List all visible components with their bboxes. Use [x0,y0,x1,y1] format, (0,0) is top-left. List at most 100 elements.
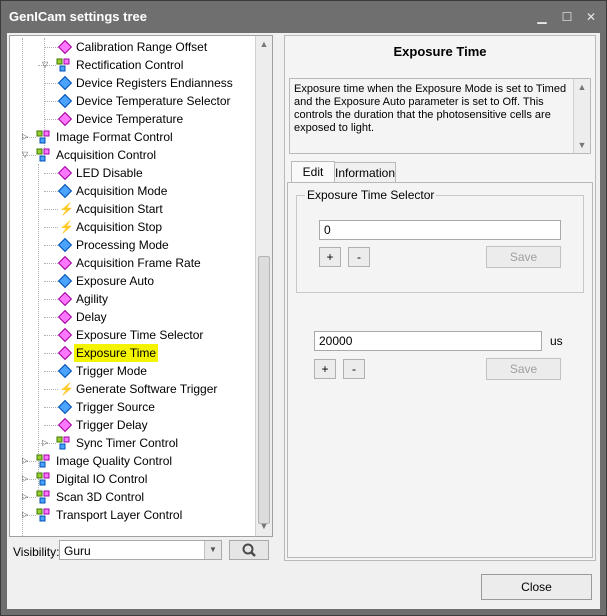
tree-item-label: Generate Software Trigger [76,382,218,396]
tree-item-label: Exposure Time [74,344,159,362]
scroll-up-arrow-icon[interactable]: ▲ [576,81,588,93]
tree-item[interactable]: Delay [10,308,254,326]
selector-decrement-button[interactable]: - [348,247,370,267]
tree-item-label: Sync Timer Control [76,436,179,450]
tree-connector [44,263,58,264]
tree-item-label: Delay [76,310,107,324]
tree-item-label: Image Quality Control [56,454,173,468]
command-bolt-icon: ⚡ [59,220,74,234]
feature-title: Exposure Time [393,44,487,59]
expand-icon[interactable]: ▷ [22,475,29,483]
expand-icon[interactable]: ▷ [42,439,49,447]
tree-item[interactable]: ▷ Digital IO Control [10,470,254,488]
tree-item[interactable]: LED Disable [10,164,254,182]
pink-diamond-icon [57,39,73,55]
tree-connector [44,353,58,354]
close-window-button[interactable]: ✕ [580,7,602,27]
scroll-down-arrow-icon[interactable]: ▼ [576,139,588,151]
command-bolt-icon: ⚡ [59,382,74,396]
expand-icon[interactable]: ▷ [22,511,29,519]
search-button[interactable] [229,540,269,560]
tree-connector [44,299,58,300]
tree-connector [44,209,58,210]
tree-connector [44,47,58,48]
title-bar[interactable]: GenICam settings tree ▁ ☐ ✕ [1,1,606,33]
collapse-icon[interactable]: ▽ [22,151,29,159]
tree-item[interactable]: ▷ Scan 3D Control [10,488,254,506]
selector-group: Exposure Time Selector 0 + - Save [296,188,584,293]
tree-item[interactable]: ▽ Rectification Control [10,56,254,74]
tree-item[interactable]: Calibration Range Offset [10,38,254,56]
tree-item-label: Scan 3D Control [56,490,145,504]
settings-tree[interactable]: Calibration Range Offset ▽ Rectification C… [9,35,273,537]
tree-item[interactable]: Exposure Auto [10,272,254,290]
tree-item[interactable]: ▷ Transport Layer Control [10,506,254,524]
tree-scrollbar[interactable]: ▲ ▼ [255,36,272,536]
value-increment-button[interactable]: + [314,359,336,379]
tab-information[interactable]: Information [334,162,396,182]
tree-item[interactable]: Device Temperature [10,110,254,128]
collapse-icon[interactable]: ▽ [42,61,49,69]
pink-diamond-icon [57,111,73,127]
tree-item[interactable]: Device Temperature Selector [10,92,254,110]
tree-item-label: Digital IO Control [56,472,148,486]
tree-connector [44,407,58,408]
selector-value-input[interactable]: 0 [319,220,561,240]
tab-edit[interactable]: Edit [291,161,335,183]
tree-item[interactable]: ▽ Acquisition Control [10,146,254,164]
visibility-select[interactable]: Guru ▼ [59,540,222,560]
value-decrement-button[interactable]: - [343,359,365,379]
tree-item[interactable]: ⚡ Acquisition Stop [10,218,254,236]
tree-item[interactable]: Trigger Mode [10,362,254,380]
selector-increment-button[interactable]: + [319,247,341,267]
expand-icon[interactable]: ▷ [22,133,29,141]
tree-connector [44,227,58,228]
tree-item[interactable]: Trigger Delay [10,416,254,434]
value-save-button[interactable]: Save [486,358,561,380]
tree-item[interactable]: Processing Mode [10,236,254,254]
close-button[interactable]: Close [481,574,592,600]
tree-item[interactable]: Exposure Time Selector [10,326,254,344]
pink-diamond-icon [57,309,73,325]
tree-item[interactable]: ▷ Sync Timer Control [10,434,254,452]
tree-item-label: Device Registers Endianness [76,76,233,90]
tree-item[interactable]: Device Registers Endianness [10,74,254,92]
exposure-time-input[interactable]: 20000 [314,331,542,351]
category-icon [36,490,50,504]
expand-icon[interactable]: ▷ [22,493,29,501]
minimize-button[interactable]: ▁ [531,7,553,27]
blue-diamond-icon [57,183,73,199]
selector-save-button[interactable]: Save [486,246,561,268]
chevron-down-icon[interactable]: ▼ [204,541,221,559]
blue-diamond-icon [57,363,73,379]
tree-item-label: Trigger Source [76,400,155,414]
expand-icon[interactable]: ▷ [22,457,29,465]
category-icon [36,148,50,162]
tree-item[interactable]: Acquisition Frame Rate [10,254,254,272]
tree-item[interactable]: ▷ Image Quality Control [10,452,254,470]
tree-item[interactable]: Trigger Source [10,398,254,416]
tree-item-label: Rectification Control [76,58,184,72]
tree-item-label: Acquisition Control [56,148,157,162]
maximize-button[interactable]: ☐ [556,7,578,27]
tree-item[interactable]: Agility [10,290,254,308]
tree-item-label: Exposure Auto [76,274,155,288]
tree-item[interactable]: ⚡ Acquisition Start [10,200,254,218]
tree-connector [44,425,58,426]
tree-item[interactable]: Acquisition Mode [10,182,254,200]
pink-diamond-icon [57,291,73,307]
blue-diamond-icon [57,399,73,415]
blue-diamond-icon [57,93,73,109]
tree-item[interactable]: ⚡ Generate Software Trigger [10,380,254,398]
tree-scrollbar-thumb[interactable] [258,256,270,524]
tree-connector [44,83,58,84]
tree-item[interactable]: ▷ Image Format Control [10,128,254,146]
scroll-up-arrow-icon[interactable]: ▲ [258,38,270,50]
tree-connector [44,101,58,102]
tree-item-label: Device Temperature [76,112,184,126]
blue-diamond-icon [57,237,73,253]
scroll-down-arrow-icon[interactable]: ▼ [258,520,270,532]
tree-item[interactable]: Exposure Time [10,344,254,362]
description-scrollbar[interactable]: ▲ ▼ [573,79,590,153]
detail-panel: Exposure Time Exposure time when the Exp… [284,35,596,561]
